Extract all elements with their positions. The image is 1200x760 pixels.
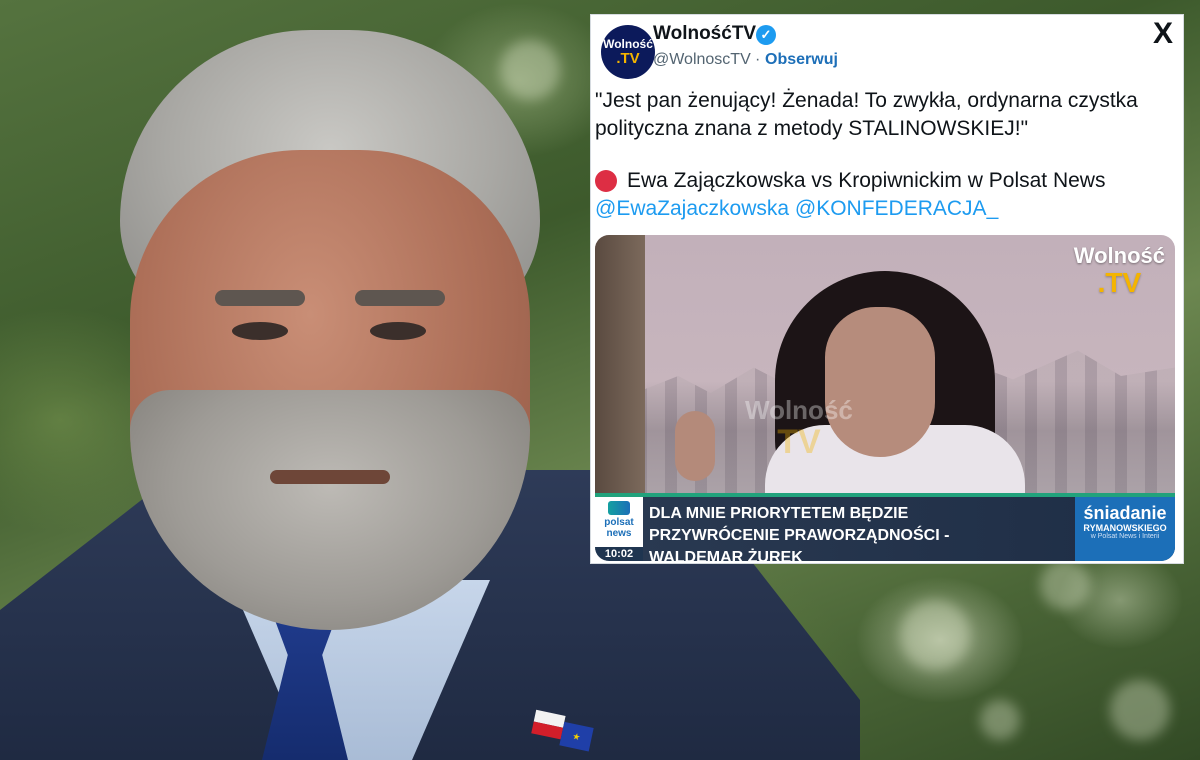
tweet-subtitle-text: Ewa Zajączkowska vs Kropiwnickim w Polsa… bbox=[627, 169, 1106, 192]
tweet-card[interactable]: Wolność .TV WolnośćTV ✓ @WolnoscTV · Obs… bbox=[590, 14, 1184, 564]
studio-post bbox=[595, 235, 645, 505]
watermark-line2: .TV bbox=[1097, 267, 1142, 298]
video-player[interactable]: Wolność .TV Wolność TV polsat news 10:02… bbox=[595, 235, 1175, 561]
wolnosc-tv-watermark-center: Wolność TV bbox=[745, 395, 853, 461]
avatar[interactable]: Wolność .TV bbox=[601, 25, 655, 79]
wolnosc-tv-watermark: Wolność .TV bbox=[1074, 243, 1165, 297]
red-circle-icon bbox=[595, 170, 617, 192]
bokeh-light bbox=[1110, 680, 1170, 740]
show-logo: śniadanie RYMANOWSKIEGO w Polsat News i … bbox=[1075, 497, 1175, 561]
show-note: w Polsat News i Interii bbox=[1090, 533, 1160, 540]
bokeh-light bbox=[900, 600, 970, 670]
right-eyebrow bbox=[355, 290, 445, 306]
follow-button[interactable]: Obserwuj bbox=[765, 51, 838, 69]
mentions: @EwaZajaczkowska @KONFEDERACJA_ bbox=[595, 195, 998, 223]
show-subtitle: RYMANOWSKIEGO bbox=[1083, 523, 1167, 533]
show-title: śniadanie bbox=[1083, 503, 1167, 523]
mention-link[interactable]: @KONFEDERACJA_ bbox=[795, 197, 998, 220]
watermark-line1: Wolność bbox=[1073, 243, 1165, 268]
separator-dot: · bbox=[755, 51, 761, 68]
mention-link[interactable]: @EwaZajaczkowska bbox=[595, 197, 789, 220]
left-eyebrow bbox=[215, 290, 305, 306]
eu-flag-icon: ★ bbox=[559, 721, 594, 752]
bokeh-light bbox=[1040, 560, 1090, 610]
author-name[interactable]: WolnośćTV bbox=[653, 23, 756, 45]
verified-badge-icon: ✓ bbox=[756, 25, 776, 45]
watermark-center-line1: Wolność bbox=[745, 395, 853, 425]
author-handle[interactable]: @WolnoscTV bbox=[653, 51, 751, 69]
tweet-text: "Jest pan żenujący! Żenada! To zwykła, o… bbox=[595, 89, 1138, 140]
x-logo-icon[interactable]: X bbox=[1153, 17, 1173, 51]
right-eye bbox=[370, 322, 426, 340]
avatar-text-line2: .TV bbox=[616, 50, 640, 67]
mouth bbox=[270, 470, 390, 484]
polsat-logo-text: polsat news bbox=[604, 517, 634, 539]
broadcast-clock: 10:02 bbox=[595, 547, 643, 561]
watermark-center-line2: TV bbox=[777, 423, 821, 461]
woman-hand bbox=[675, 411, 715, 481]
bokeh-light bbox=[980, 700, 1020, 740]
left-eye bbox=[232, 322, 288, 340]
tweet-subtitle: Ewa Zajączkowska vs Kropiwnickim w Polsa… bbox=[595, 167, 1175, 195]
news-headline: DLA MNIE PRIORYTETEM BĘDZIE PRZYWRÓCENIE… bbox=[649, 505, 950, 561]
polsat-logo-icon bbox=[608, 501, 630, 515]
